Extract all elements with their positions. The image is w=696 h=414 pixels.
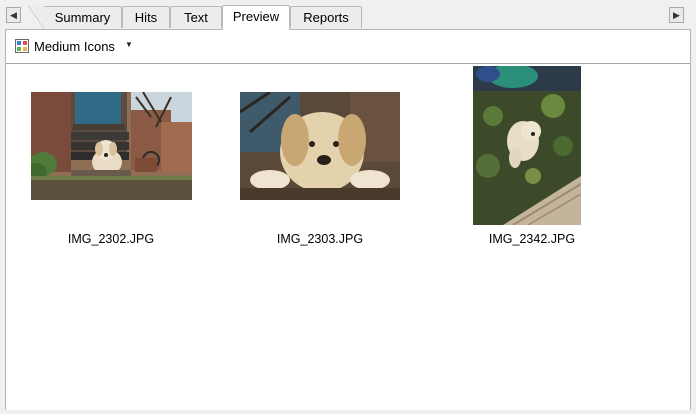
medium-icons-view-icon: [15, 39, 29, 53]
tab-summary[interactable]: Summary: [28, 6, 122, 29]
chevron-left-icon: ◀: [10, 10, 17, 20]
tab-scroll-left-button[interactable]: ◀: [6, 7, 21, 23]
photo-thumbnail-image: [240, 92, 400, 200]
tab-label: Preview: [232, 9, 280, 24]
photo-thumbnail-image: [473, 66, 581, 225]
tab-label: Hits: [134, 10, 158, 25]
tab-reports[interactable]: Reports: [290, 6, 362, 28]
tab-label: Reports: [303, 10, 349, 25]
preview-toolbar: Medium Icons ▼: [6, 30, 690, 62]
file-name-label: IMG_2303.JPG: [276, 232, 364, 246]
thumbnail-item[interactable]: IMG_2342.JPG: [424, 64, 624, 264]
tab-label: Text: [184, 10, 208, 25]
tab-preview[interactable]: Preview: [222, 5, 290, 30]
file-name-label: IMG_2302.JPG: [67, 232, 155, 246]
tab-hits[interactable]: Hits: [122, 6, 170, 28]
tab-label: Summary: [54, 10, 111, 25]
chevron-right-icon: ▶: [673, 10, 680, 20]
thumbnail-item[interactable]: IMG_2302.JPG: [6, 64, 206, 264]
view-mode-label: Medium Icons: [34, 39, 115, 54]
photo-thumbnail-image: [31, 92, 192, 200]
chevron-down-icon: ▼: [125, 40, 133, 49]
tab-text[interactable]: Text: [170, 6, 222, 28]
thumbnail-item[interactable]: IMG_2303.JPG: [216, 64, 416, 264]
thumbnail-grid: IMG_2302.JPG IMG_2303.JPG IMG_2342.JPG: [6, 63, 690, 410]
tab-strip: ◀ Summary Hits Text Preview Reports ▶: [0, 0, 696, 30]
file-name-label: IMG_2342.JPG: [488, 232, 576, 246]
preview-panel: Medium Icons ▼ IMG_2302.JPG IMG_2303.JPG…: [5, 29, 691, 410]
tab-scroll-right-button[interactable]: ▶: [669, 7, 684, 23]
